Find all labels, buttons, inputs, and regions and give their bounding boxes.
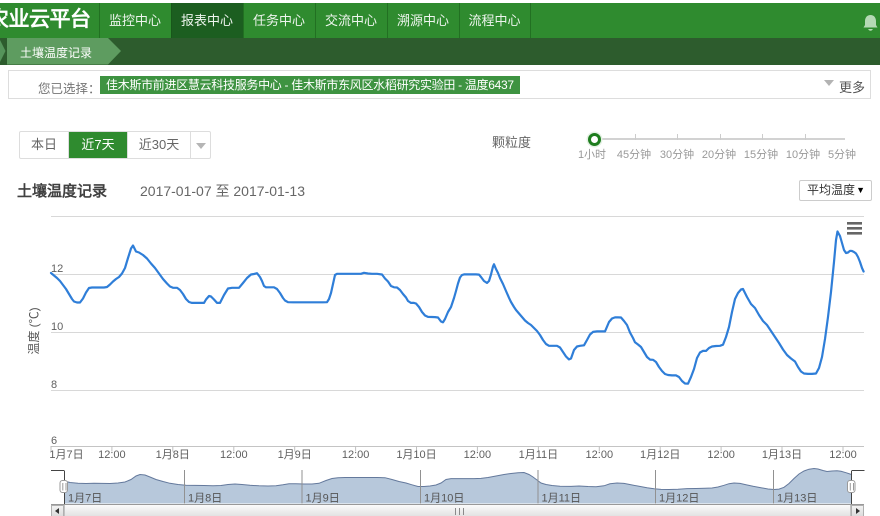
svg-text:温度 (℃): 温度 (℃) (26, 307, 41, 354)
svg-text:1月11日: 1月11日 (542, 493, 582, 505)
svg-text:1月12日: 1月12日 (659, 493, 699, 505)
svg-text:6: 6 (51, 435, 57, 447)
svg-text:1月11日: 1月11日 (519, 449, 559, 461)
svg-text:1月7日: 1月7日 (68, 493, 102, 505)
svg-text:1月10日: 1月10日 (396, 449, 436, 461)
svg-text:12:00: 12:00 (98, 449, 126, 461)
svg-text:1月7日: 1月7日 (49, 449, 83, 461)
svg-text:1月8日: 1月8日 (156, 449, 190, 461)
svg-text:12:00: 12:00 (707, 449, 735, 461)
svg-text:1月10日: 1月10日 (424, 493, 464, 505)
svg-text:1月13日: 1月13日 (762, 449, 802, 461)
svg-text:1月12日: 1月12日 (640, 449, 680, 461)
svg-text:12:00: 12:00 (464, 449, 492, 461)
svg-text:8: 8 (51, 379, 57, 391)
svg-text:1月13日: 1月13日 (777, 493, 817, 505)
svg-text:1月9日: 1月9日 (278, 449, 312, 461)
svg-text:12:00: 12:00 (220, 449, 248, 461)
svg-text:10: 10 (51, 321, 63, 333)
svg-text:1月9日: 1月9日 (306, 493, 340, 505)
svg-text:12:00: 12:00 (829, 449, 857, 461)
svg-text:12:00: 12:00 (586, 449, 614, 461)
svg-text:12:00: 12:00 (342, 449, 370, 461)
svg-text:1月8日: 1月8日 (188, 493, 222, 505)
